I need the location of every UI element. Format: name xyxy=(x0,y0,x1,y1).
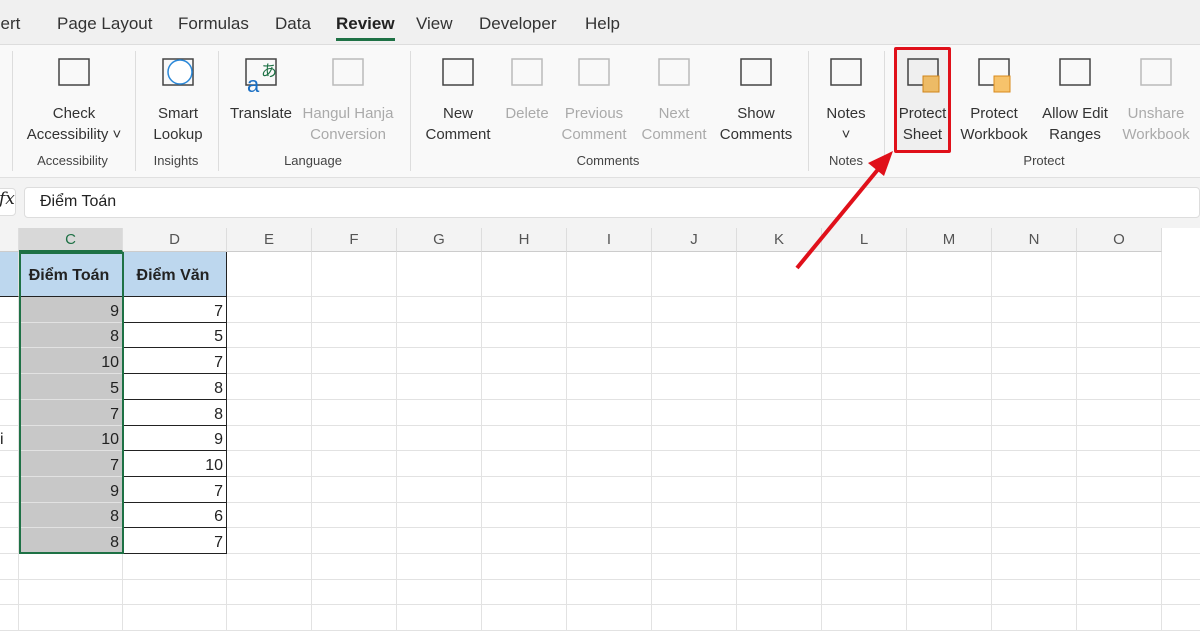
annotation-arrow xyxy=(795,151,893,270)
